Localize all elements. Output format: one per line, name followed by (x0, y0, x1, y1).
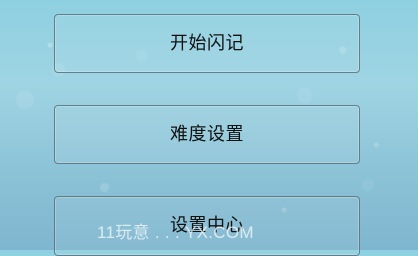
difficulty-settings-button[interactable]: 难度设置 (54, 105, 360, 164)
start-flash-memory-button[interactable]: 开始闪记 (54, 14, 360, 73)
watermark-text: 11玩意 . . . YX.COM (97, 223, 254, 242)
main-screen: 开始闪记 难度设置 设置中心 11玩意 . . . YX.COM (0, 0, 418, 256)
start-flash-memory-label: 开始闪记 (170, 32, 244, 54)
difficulty-settings-label: 难度设置 (170, 123, 244, 145)
